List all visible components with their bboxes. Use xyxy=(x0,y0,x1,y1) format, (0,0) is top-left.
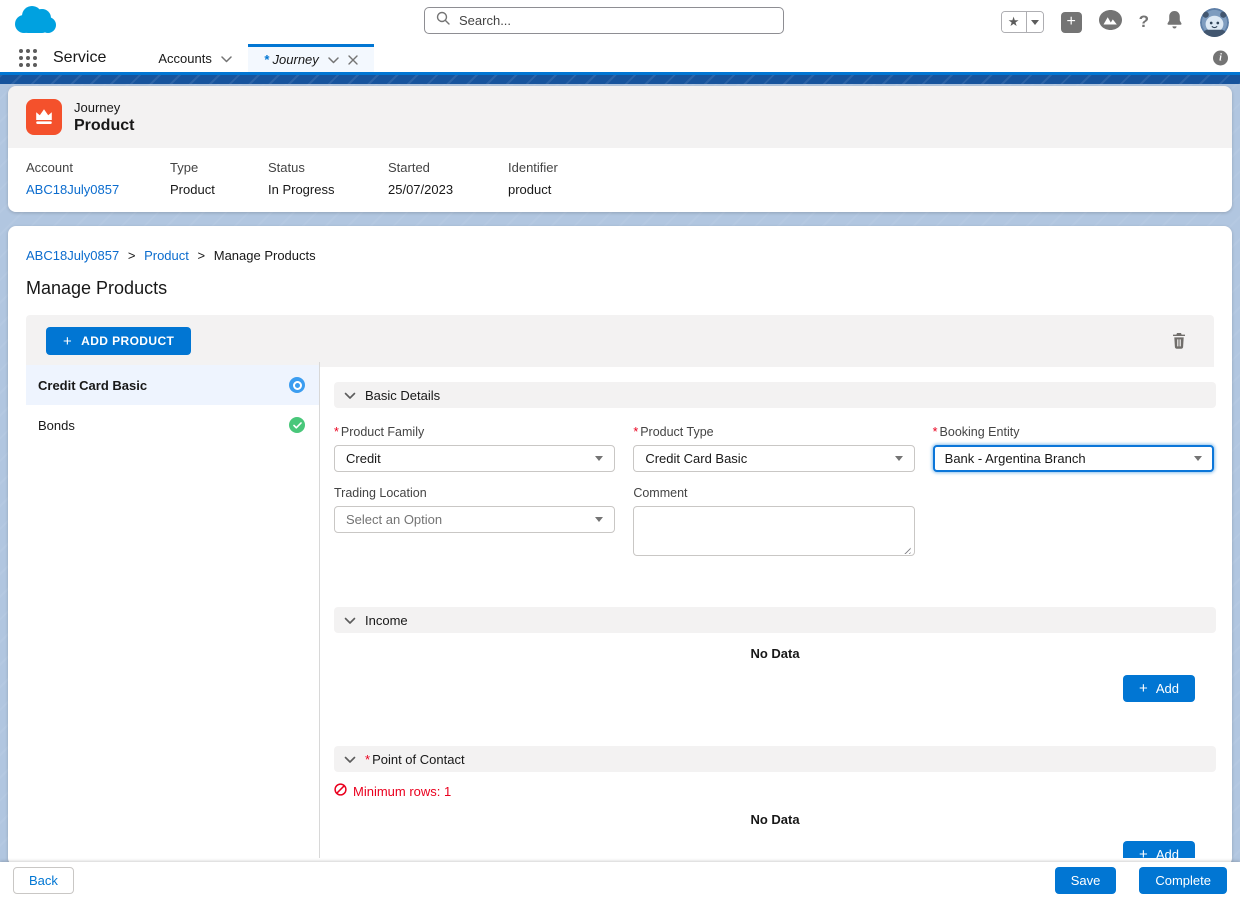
breadcrumb-current: Manage Products xyxy=(214,248,316,263)
plus-icon: + xyxy=(1139,847,1148,858)
section-basic-details[interactable]: Basic Details xyxy=(334,382,1216,408)
global-header: ★ + ? xyxy=(0,0,1240,44)
product-item-credit-card-basic[interactable]: Credit Card Basic xyxy=(26,365,319,405)
check-circle-icon xyxy=(289,417,305,433)
notifications-bell-icon[interactable] xyxy=(1166,10,1183,34)
object-name: Journey xyxy=(74,100,134,115)
chevron-down-icon[interactable] xyxy=(328,52,339,67)
app-navbar: Service Accounts * Journey i xyxy=(0,44,1240,75)
chevron-down-icon xyxy=(344,613,356,628)
search-icon xyxy=(436,11,450,30)
income-empty-state: No Data xyxy=(334,646,1216,661)
chevron-down-icon xyxy=(344,752,356,767)
breadcrumb-account-link[interactable]: ABC18July0857 xyxy=(26,248,119,263)
product-type-field: *Product Type Credit Card Basic xyxy=(633,425,914,472)
poc-add-button[interactable]: + Add xyxy=(1123,841,1195,858)
booking-entity-select[interactable]: Bank - Argentina Branch xyxy=(933,445,1214,472)
caret-down-icon xyxy=(595,517,603,522)
journey-crown-icon xyxy=(26,99,62,135)
required-marker: * xyxy=(933,425,938,439)
trailhead-icon[interactable] xyxy=(1099,10,1122,35)
breadcrumb-product-link[interactable]: Product xyxy=(144,248,189,263)
product-list: Credit Card Basic Bonds xyxy=(8,362,320,858)
poc-empty-state: No Data xyxy=(334,812,1216,827)
caret-down-icon xyxy=(595,456,603,461)
booking-entity-field: *Booking Entity Bank - Argentina Branch xyxy=(933,425,1214,472)
chevron-down-icon xyxy=(344,388,356,403)
action-footer: Back Save Complete xyxy=(0,862,1240,898)
field-type: Type Product xyxy=(170,160,268,197)
record-title: Product xyxy=(74,117,134,135)
product-detail-form: Basic Details *Product Family Credit *Pr… xyxy=(320,362,1232,858)
favorites-caret-icon[interactable] xyxy=(1027,12,1043,32)
record-header-titles: Journey Product xyxy=(74,100,134,135)
manage-products-panel: ABC18July0857 > Product > Manage Product… xyxy=(8,226,1232,866)
plus-icon: + xyxy=(63,334,72,349)
income-add-button[interactable]: + Add xyxy=(1123,675,1195,702)
help-icon[interactable]: ? xyxy=(1139,12,1149,32)
breadcrumb-separator: > xyxy=(198,248,206,263)
product-family-field: *Product Family Credit xyxy=(334,425,615,472)
basic-details-grid: *Product Family Credit *Product Type Cre… xyxy=(334,425,1216,561)
record-header-fields: Account ABC18July0857 Type Product Statu… xyxy=(8,148,1232,212)
info-icon[interactable]: i xyxy=(1213,51,1228,66)
save-button[interactable]: Save xyxy=(1055,867,1117,894)
product-item-bonds[interactable]: Bonds xyxy=(26,405,319,445)
section-point-of-contact[interactable]: *Point of Contact xyxy=(334,746,1216,772)
breadcrumb-separator: > xyxy=(128,248,136,263)
back-button[interactable]: Back xyxy=(13,867,74,894)
global-search[interactable] xyxy=(424,7,784,34)
record-header-card: Journey Product Account ABC18July0857 Ty… xyxy=(8,86,1232,212)
app-launcher-icon[interactable] xyxy=(19,49,37,67)
comment-textarea[interactable] xyxy=(633,506,914,556)
close-tab-icon[interactable] xyxy=(348,55,358,65)
field-identifier: Identifier product xyxy=(508,160,568,197)
account-link[interactable]: ABC18July0857 xyxy=(26,182,119,197)
favorites-star-icon[interactable]: ★ xyxy=(1002,12,1027,32)
no-entry-icon xyxy=(334,783,347,799)
plus-icon: + xyxy=(1139,681,1148,696)
panes: Credit Card Basic Bonds xyxy=(8,362,1232,858)
chevron-down-icon[interactable] xyxy=(221,51,232,66)
delete-product-button[interactable] xyxy=(1172,333,1186,349)
global-actions-plus-icon[interactable]: + xyxy=(1061,12,1082,33)
page: ★ + ? Service Accounts xyxy=(0,0,1240,898)
trading-location-field: Trading Location Select an Option xyxy=(334,486,615,561)
complete-button[interactable]: Complete xyxy=(1139,867,1227,894)
section-income[interactable]: Income xyxy=(334,607,1216,633)
app-name: Service xyxy=(53,49,106,67)
record-header-top: Journey Product xyxy=(8,86,1232,148)
in-progress-ring-icon xyxy=(289,377,305,393)
header-utility-icons: ★ + ? xyxy=(1001,0,1229,44)
trash-icon xyxy=(1172,333,1186,349)
comment-field: Comment xyxy=(633,486,914,561)
favorites-control[interactable]: ★ xyxy=(1001,11,1044,33)
content-background: Journey Product Account ABC18July0857 Ty… xyxy=(0,75,1240,898)
unsaved-marker: * xyxy=(264,52,269,67)
search-input[interactable] xyxy=(459,13,772,28)
product-family-select[interactable]: Credit xyxy=(334,445,615,472)
required-marker: * xyxy=(633,425,638,439)
add-product-button[interactable]: + ADD PRODUCT xyxy=(46,327,191,355)
nav-tab-journey[interactable]: * Journey xyxy=(248,44,374,72)
salesforce-logo-icon xyxy=(12,5,56,40)
nav-tab-accounts[interactable]: Accounts xyxy=(142,44,247,72)
field-account: Account ABC18July0857 xyxy=(26,160,170,197)
products-toolbar: + ADD PRODUCT xyxy=(26,315,1214,367)
required-marker: * xyxy=(334,425,339,439)
caret-down-icon xyxy=(895,456,903,461)
caret-down-icon xyxy=(1194,456,1202,461)
product-type-select[interactable]: Credit Card Basic xyxy=(633,445,914,472)
required-marker: * xyxy=(365,752,370,767)
breadcrumb: ABC18July0857 > Product > Manage Product… xyxy=(26,248,1214,263)
page-title: Manage Products xyxy=(26,278,1214,299)
trading-location-select[interactable]: Select an Option xyxy=(334,506,615,533)
poc-validation-error: Minimum rows: 1 xyxy=(334,783,1216,799)
user-avatar[interactable] xyxy=(1200,8,1229,37)
field-started: Started 25/07/2023 xyxy=(388,160,508,197)
field-status: Status In Progress xyxy=(268,160,388,197)
